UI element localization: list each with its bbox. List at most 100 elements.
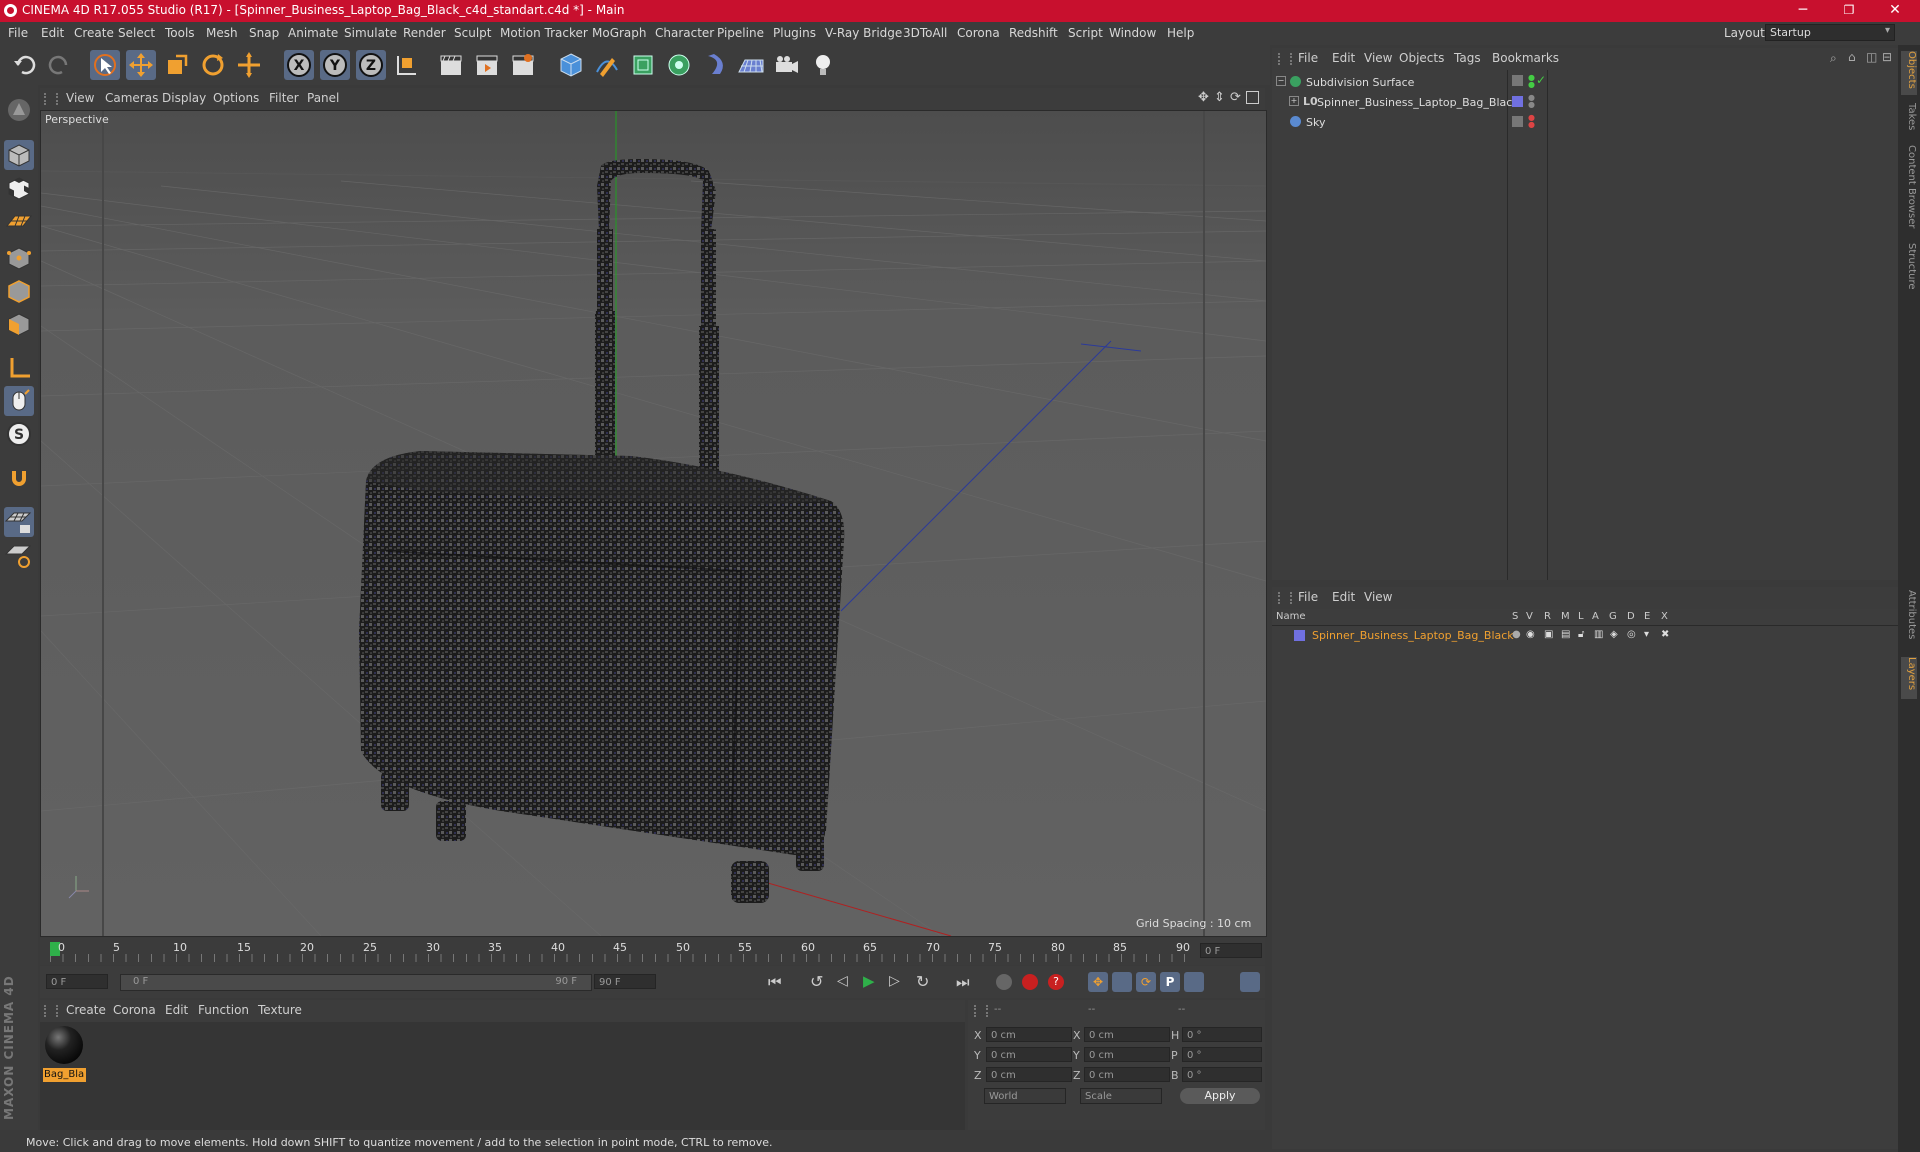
3d-viewport[interactable]: Perspective Grid Spacing : 10 cm	[40, 110, 1267, 937]
menu-pipeline[interactable]: Pipeline	[717, 26, 764, 40]
object-menu-view[interactable]: View	[1364, 51, 1392, 65]
axis-mode-button[interactable]	[4, 353, 34, 383]
visibility-dots-icon[interactable]: ● ●	[1528, 94, 1535, 109]
object-menu-file[interactable]: File	[1298, 51, 1318, 65]
key-pla-icon[interactable]	[1184, 972, 1204, 992]
viewport-menu-display[interactable]: Display	[162, 91, 206, 105]
play-icon[interactable]: ▶	[863, 972, 875, 990]
polygons-mode-button[interactable]	[4, 309, 34, 339]
apply-button[interactable]: Apply	[1180, 1088, 1260, 1104]
redo-button[interactable]	[44, 50, 74, 80]
layer-menu-file[interactable]: File	[1298, 590, 1318, 604]
record-active-keys-icon[interactable]	[1022, 974, 1038, 990]
key-rotation-icon[interactable]: ⟳	[1136, 972, 1156, 992]
floor-button[interactable]	[736, 50, 766, 80]
coordinate-system-button[interactable]	[392, 50, 422, 80]
drag-handle-icon[interactable]	[1278, 53, 1292, 65]
menu-snap[interactable]: Snap	[249, 26, 279, 40]
size-mode-dropdown[interactable]: Scale	[1080, 1088, 1162, 1104]
layer-row[interactable]: Spinner_Business_Laptop_Bag_Black ● ◉ ▣ …	[1272, 628, 1898, 644]
pen-spline-button[interactable]	[592, 50, 622, 80]
menu-plugins[interactable]: Plugins	[773, 26, 816, 40]
position-z-field[interactable]: 0 cm	[986, 1067, 1072, 1082]
menu-select[interactable]: Select	[118, 26, 155, 40]
tab-layers[interactable]: Layers	[1901, 657, 1917, 699]
object-row-spinner-bag[interactable]: + L0 Spinner_Business_Laptop_Bag_Black ●…	[1272, 94, 1898, 111]
viewport-rotate-icon[interactable]: ⟳	[1230, 90, 1241, 105]
search-icon[interactable]: ⌕	[1830, 51, 1837, 66]
drag-handle-icon[interactable]	[44, 93, 58, 105]
layer-solo-icon[interactable]: ●	[1512, 629, 1521, 640]
undo-button[interactable]	[10, 50, 40, 80]
subdivision-surface-button[interactable]	[628, 50, 658, 80]
rotation-h-field[interactable]: 0 °	[1182, 1027, 1262, 1042]
panel-menu-icon[interactable]: ⊟	[1882, 50, 1892, 64]
close-button[interactable]: ✕	[1872, 0, 1918, 22]
menu-file[interactable]: File	[8, 26, 28, 40]
tab-objects[interactable]: Objects	[1901, 51, 1917, 95]
viewport-maximize-icon[interactable]	[1246, 91, 1259, 104]
viewport-menu-view[interactable]: View	[66, 91, 94, 105]
object-menu-bookmarks[interactable]: Bookmarks	[1492, 51, 1559, 65]
step-forward-icon[interactable]: ▷	[889, 973, 900, 989]
menu-character[interactable]: Character	[655, 26, 714, 40]
collapse-toggle-icon[interactable]: −	[1276, 76, 1286, 86]
viewport-menu-filter[interactable]: Filter	[269, 91, 299, 105]
layer-generators-icon[interactable]: ◈	[1610, 629, 1618, 640]
viewport-menu-cameras[interactable]: Cameras	[105, 91, 158, 105]
solo-button[interactable]: S	[4, 419, 34, 449]
previous-key-icon[interactable]: ↺	[810, 972, 823, 991]
coordinate-mode-dropdown[interactable]: World	[984, 1088, 1066, 1104]
maximize-button[interactable]: ❐	[1826, 0, 1872, 22]
step-back-icon[interactable]: ◁	[837, 973, 848, 989]
go-to-end-icon[interactable]: ⏭	[956, 973, 970, 991]
record-disabled-icon[interactable]	[996, 974, 1012, 990]
end-frame-field[interactable]: 90 F	[594, 974, 656, 989]
menu-window[interactable]: Window	[1109, 26, 1156, 40]
material-menu-texture[interactable]: Texture	[258, 1003, 302, 1017]
edges-mode-button[interactable]	[4, 276, 34, 306]
size-z-field[interactable]: 0 cm	[1084, 1067, 1170, 1082]
make-editable-button[interactable]	[4, 95, 34, 125]
go-to-start-icon[interactable]: ⏮	[768, 973, 782, 991]
workplane-lock-button[interactable]	[4, 507, 34, 537]
object-menu-objects[interactable]: Objects	[1399, 51, 1444, 65]
home-icon[interactable]: ⌂	[1848, 50, 1856, 64]
menu-render[interactable]: Render	[403, 26, 446, 40]
drag-handle-icon[interactable]	[1278, 592, 1292, 604]
viewport-move-icon[interactable]: ✥	[1198, 90, 1209, 105]
model-mode-button[interactable]	[4, 140, 34, 170]
menu-sculpt[interactable]: Sculpt	[454, 26, 491, 40]
layer-manager-icon[interactable]: ▤	[1561, 629, 1570, 640]
tab-takes[interactable]: Takes	[1901, 103, 1917, 137]
key-parameter-icon[interactable]: P	[1160, 972, 1180, 992]
visibility-dots-icon[interactable]: ● ●	[1528, 114, 1535, 129]
viewport-zoom-icon[interactable]: ⇕	[1214, 90, 1225, 105]
points-mode-button[interactable]	[4, 243, 34, 273]
tweak-mode-button[interactable]	[4, 386, 34, 416]
timeline-window-icon[interactable]	[1240, 972, 1260, 992]
selection-tool-button[interactable]	[90, 50, 120, 80]
layer-color-swatch[interactable]	[1294, 630, 1305, 641]
minimize-button[interactable]: ─	[1780, 0, 1826, 22]
layer-menu-edit[interactable]: Edit	[1332, 590, 1355, 604]
current-frame-field[interactable]: 0 F	[1200, 943, 1262, 958]
render-picture-viewer-button[interactable]	[472, 50, 502, 80]
enabled-check-icon[interactable]: ✓	[1536, 73, 1546, 87]
scale-tool-button[interactable]	[162, 50, 192, 80]
material-menu-edit[interactable]: Edit	[165, 1003, 188, 1017]
layer-animation-icon[interactable]: ▥	[1594, 629, 1603, 640]
autokey-icon[interactable]: ?	[1048, 974, 1064, 990]
menu-tools[interactable]: Tools	[165, 26, 195, 40]
material-menu-function[interactable]: Function	[198, 1003, 249, 1017]
position-y-field[interactable]: 0 cm	[986, 1047, 1072, 1062]
viewport-menu-options[interactable]: Options	[213, 91, 259, 105]
light-button[interactable]	[808, 50, 838, 80]
viewport-menu-panel[interactable]: Panel	[307, 91, 339, 105]
layer-expressions-icon[interactable]: ▾	[1644, 629, 1649, 640]
menu-simulate[interactable]: Simulate	[344, 26, 397, 40]
key-position-icon[interactable]: ✥	[1088, 972, 1108, 992]
move-tool-button[interactable]	[126, 50, 156, 80]
material-swatch[interactable]: Bag_Bla	[43, 1024, 86, 1082]
drag-handle-icon[interactable]	[44, 1005, 58, 1017]
